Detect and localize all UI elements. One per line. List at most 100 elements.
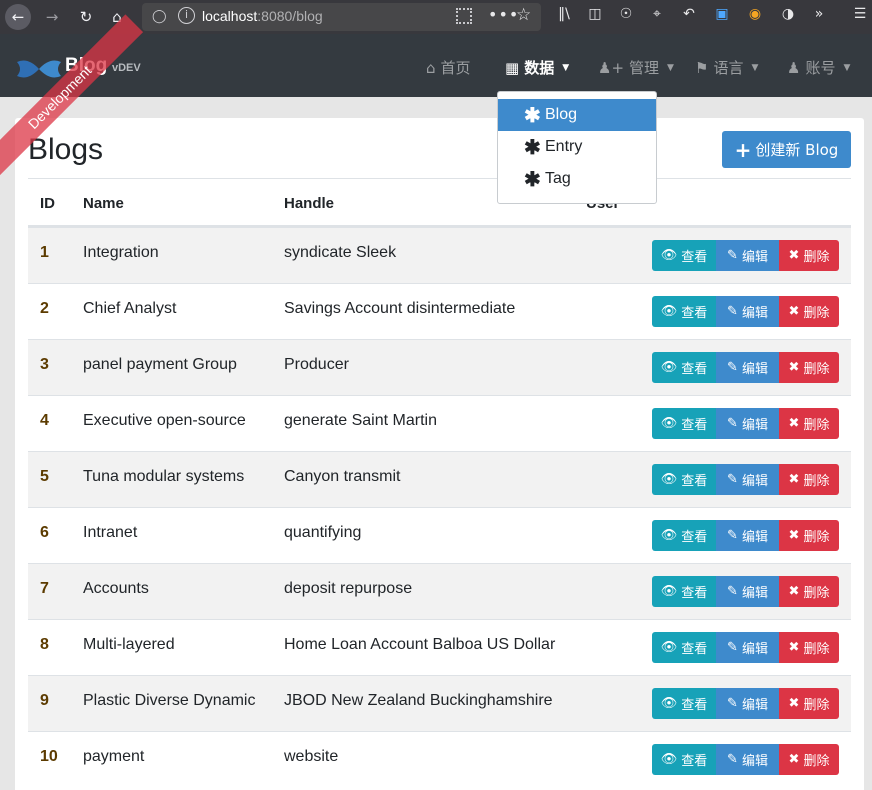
view-button[interactable]: 👁 查看 <box>652 744 716 775</box>
edit-button[interactable]: ✎ 编辑 <box>716 576 779 607</box>
view-button[interactable]: 👁 查看 <box>652 296 716 327</box>
view-label: 查看 <box>681 362 708 377</box>
overflow-menu-icon[interactable]: » <box>808 6 830 22</box>
cell-handle: syndicate Sleek <box>284 244 397 261</box>
forward-arrow-icon[interactable]: → <box>39 4 65 30</box>
cell-id[interactable]: 4 <box>40 412 49 430</box>
nav-data[interactable]: ▦ 数据 ▼ <box>505 57 569 78</box>
nav-language[interactable]: ⚑ 语言 ▼ <box>695 57 758 78</box>
view-button[interactable]: 👁 查看 <box>652 632 716 663</box>
row-actions: 👁 查看 ✎ 编辑 ✖ 删除 <box>652 688 839 719</box>
delete-button[interactable]: ✖ 删除 <box>779 464 839 495</box>
caret-down-icon: ▼ <box>843 62 851 73</box>
delete-label: 删除 <box>803 754 830 769</box>
cell-id[interactable]: 8 <box>40 636 49 654</box>
delete-button[interactable]: ✖ 删除 <box>779 632 839 663</box>
cell-handle: Home Loan Account Balboa US Dollar <box>284 636 556 653</box>
column-header-id[interactable]: ID <box>40 195 55 212</box>
more-actions-icon[interactable]: ••• <box>488 5 519 24</box>
dropdown-item-entry[interactable]: ✱ Entry <box>498 131 656 163</box>
info-icon[interactable]: i <box>178 7 195 24</box>
address-bar[interactable]: ◯ i localhost:8080/blog ••• ☆ <box>142 3 541 31</box>
delete-button[interactable]: ✖ 删除 <box>779 520 839 551</box>
logo-icon[interactable] <box>17 59 61 79</box>
cell-id[interactable]: 10 <box>40 748 58 766</box>
hamburger-menu-icon[interactable]: ☰ <box>849 6 871 22</box>
edit-button[interactable]: ✎ 编辑 <box>716 352 779 383</box>
back-arrow-icon[interactable]: ← <box>5 4 31 30</box>
create-blog-button[interactable]: + 创建新 Blog <box>722 131 851 168</box>
view-button[interactable]: 👁 查看 <box>652 688 716 719</box>
dropdown-item-blog[interactable]: ✱ Blog <box>498 99 656 131</box>
library-icon[interactable]: ‖\ <box>553 6 575 22</box>
edit-button[interactable]: ✎ 编辑 <box>716 408 779 439</box>
view-label: 查看 <box>681 250 708 265</box>
user-icon: ♟ <box>787 58 801 77</box>
eye-icon: 👁 <box>660 472 678 487</box>
view-button[interactable]: 👁 查看 <box>652 352 716 383</box>
column-header-handle[interactable]: Handle <box>284 195 334 212</box>
table-body: 1 Integration syndicate Sleek 👁 查看 ✎ 编辑 ✖ 删除 2 Chi… <box>28 227 851 787</box>
blogs-table: ID Name Handle User 1 Integration syndicat… <box>28 179 851 787</box>
row-actions: 👁 查看 ✎ 编辑 ✖ 删除 <box>652 520 839 551</box>
ghost-extension-icon[interactable]: ◑ <box>777 6 799 22</box>
view-button[interactable]: 👁 查看 <box>652 520 716 551</box>
edit-button[interactable]: ✎ 编辑 <box>716 240 779 271</box>
cell-id[interactable]: 3 <box>40 356 49 374</box>
view-button[interactable]: 👁 查看 <box>652 408 716 439</box>
table-row: 9 Plastic Diverse Dynamic JBOD New Zealand… <box>28 675 851 731</box>
qr-code-icon[interactable] <box>456 8 472 24</box>
cell-name: Tuna modular systems <box>83 468 245 485</box>
edit-button[interactable]: ✎ 编辑 <box>716 688 779 719</box>
eye-icon: 👁 <box>660 584 678 599</box>
pencil-icon: ✎ <box>727 472 738 487</box>
nav-admin[interactable]: ♟+ 管理 ▼ <box>598 57 674 78</box>
edit-button[interactable]: ✎ 编辑 <box>716 464 779 495</box>
cell-id[interactable]: 2 <box>40 300 49 318</box>
pencil-icon: ✎ <box>727 416 738 431</box>
translate-extension-icon[interactable]: ▣ <box>711 6 733 22</box>
sidebar-icon[interactable]: ◫ <box>584 6 606 22</box>
reload-icon[interactable]: ↻ <box>73 4 99 30</box>
delete-button[interactable]: ✖ 删除 <box>779 688 839 719</box>
cell-id[interactable]: 5 <box>40 468 49 486</box>
cell-id[interactable]: 7 <box>40 580 49 598</box>
extension-icon[interactable]: ◉ <box>744 6 766 22</box>
delete-button[interactable]: ✖ 删除 <box>779 240 839 271</box>
cell-handle: Canyon transmit <box>284 468 401 485</box>
edit-button[interactable]: ✎ 编辑 <box>716 632 779 663</box>
crop-icon[interactable]: ⌖ <box>646 6 668 22</box>
column-header-name[interactable]: Name <box>83 195 124 212</box>
view-label: 查看 <box>681 642 708 657</box>
delete-button[interactable]: ✖ 删除 <box>779 576 839 607</box>
nav-home[interactable]: ⌂ 首页 <box>426 57 471 78</box>
edit-button[interactable]: ✎ 编辑 <box>716 296 779 327</box>
dropdown-item-tag[interactable]: ✱ Tag <box>498 163 656 195</box>
view-label: 查看 <box>681 474 708 489</box>
nav-admin-label: 管理 <box>629 59 660 77</box>
delete-button[interactable]: ✖ 删除 <box>779 408 839 439</box>
cell-id[interactable]: 9 <box>40 692 49 710</box>
nav-account[interactable]: ♟ 账号 ▼ <box>787 57 850 78</box>
version-label: vDEV <box>112 62 141 74</box>
table-row: 10 payment website 👁 查看 ✎ 编辑 ✖ 删除 <box>28 731 851 787</box>
edit-label: 编辑 <box>741 530 768 545</box>
delete-button[interactable]: ✖ 删除 <box>779 744 839 775</box>
undo-icon[interactable]: ↶ <box>678 6 700 22</box>
row-actions: 👁 查看 ✎ 编辑 ✖ 删除 <box>652 240 839 271</box>
view-button[interactable]: 👁 查看 <box>652 240 716 271</box>
edit-button[interactable]: ✎ 编辑 <box>716 520 779 551</box>
cell-id[interactable]: 1 <box>40 244 49 262</box>
cell-name: Chief Analyst <box>83 300 177 317</box>
edit-button[interactable]: ✎ 编辑 <box>716 744 779 775</box>
delete-button[interactable]: ✖ 删除 <box>779 296 839 327</box>
view-button[interactable]: 👁 查看 <box>652 576 716 607</box>
edit-label: 编辑 <box>741 250 768 265</box>
eye-icon: 👁 <box>660 416 678 431</box>
view-button[interactable]: 👁 查看 <box>652 464 716 495</box>
create-blog-label: 创建新 Blog <box>755 141 839 159</box>
delete-button[interactable]: ✖ 删除 <box>779 352 839 383</box>
cell-id[interactable]: 6 <box>40 524 49 542</box>
account-icon[interactable]: ☉ <box>615 6 637 22</box>
bookmark-star-icon[interactable]: ☆ <box>516 5 531 25</box>
